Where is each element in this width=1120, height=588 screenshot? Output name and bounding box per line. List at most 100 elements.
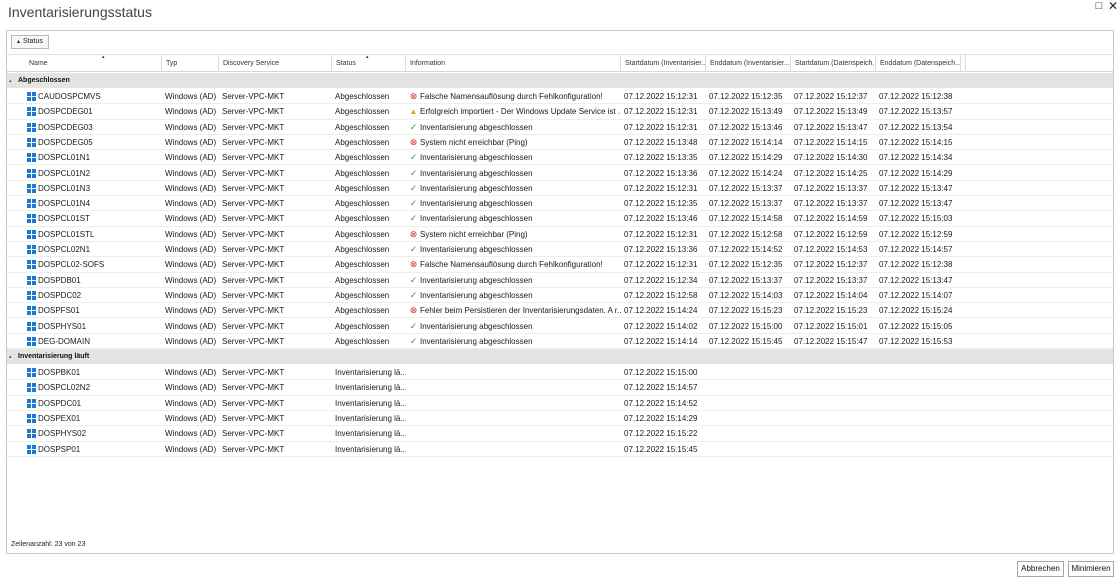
table-row[interactable]: DOSPEX01 Windows (AD) Server-VPC-MKT Invent… xyxy=(7,411,1113,427)
cell-text-end_save: 07.12.2022 15:15:03 xyxy=(879,214,953,224)
group-header[interactable]: ▴ Inventarisierung läuft xyxy=(7,349,1113,365)
column-header-status[interactable]: Status xyxy=(332,55,406,72)
cell-text-start_save: 07.12.2022 15:13:37 xyxy=(794,275,868,285)
cell-typ: Windows (AD) xyxy=(162,334,219,349)
table-row[interactable]: DOSPBK01 Windows (AD) Server-VPC-MKT Invent… xyxy=(7,365,1113,381)
cell-text-start_save: 07.12.2022 15:14:04 xyxy=(794,290,868,300)
cell-text-name: DOSPCL01N4 xyxy=(38,199,91,209)
table-row[interactable]: DOSPDC02 Windows (AD) Server-VPC-MKT Abgesc… xyxy=(7,288,1113,304)
cell-text-status: Abgeschlossen xyxy=(335,306,390,316)
cell-text-start_inv: 07.12.2022 15:15:22 xyxy=(624,429,698,439)
table-row[interactable]: DOSPSP01 Windows (AD) Server-VPC-MKT Invent… xyxy=(7,442,1113,457)
table-row[interactable]: DOSPDB01 Windows (AD) Server-VPC-MKT Abgesc… xyxy=(7,273,1113,288)
cell-end_inv: 07.12.2022 15:14:24 xyxy=(706,166,791,181)
cell-end_save: 07.12.2022 15:14:57 xyxy=(876,242,961,257)
cell-start_save xyxy=(791,365,876,380)
cell-text-service: Server-VPC-MKT xyxy=(222,168,285,178)
cell-text-start_save: 07.12.2022 15:14:25 xyxy=(794,168,868,178)
cell-end_save: 07.12.2022 15:12:59 xyxy=(876,227,961,242)
cell-text-end_inv: 07.12.2022 15:13:37 xyxy=(709,183,783,193)
cell-typ: Windows (AD) xyxy=(162,211,219,226)
group-header[interactable]: ▴ Abgeschlossen xyxy=(7,73,1113,88)
cell-text-start_save: 07.12.2022 15:14:59 xyxy=(794,214,868,224)
table-row[interactable]: DOSPCL01N3 Windows (AD) Server-VPC-MKT Abge… xyxy=(7,181,1113,197)
close-icon[interactable]: ✕ xyxy=(1107,0,1119,12)
cell-text-start_inv: 07.12.2022 15:12:31 xyxy=(624,229,698,239)
cell-text-name: DOSPBK01 xyxy=(38,368,81,378)
checkmark-icon: ✓ xyxy=(409,167,418,178)
table-row[interactable]: CAUDOSPCMVS Windows (AD) Server-VPC-MKT Abg… xyxy=(7,89,1113,105)
column-header-end_inv[interactable]: Enddatum (Inventarisier... xyxy=(706,55,791,72)
cell-text-name: DOSPCDEG05 xyxy=(38,137,93,147)
cell-end_save: 07.12.2022 15:13:54 xyxy=(876,120,961,135)
cell-service: Server-VPC-MKT xyxy=(219,257,332,272)
column-header-service[interactable]: Discovery Service xyxy=(219,55,332,72)
table-row[interactable]: DOSPDC01 Windows (AD) Server-VPC-MKT Invent… xyxy=(7,396,1113,411)
cell-status: Abgeschlossen xyxy=(332,288,406,303)
cell-name: DOSPCL01N4 xyxy=(35,196,162,211)
cell-text-name: DOSPCL02N2 xyxy=(38,383,91,393)
table-row[interactable]: DOSPCDEG01 Windows (AD) Server-VPC-MKT Abge… xyxy=(7,104,1113,120)
table-row[interactable]: DOSPCL02N1 Windows (AD) Server-VPC-MKT Abge… xyxy=(7,242,1113,258)
column-header-info[interactable]: Information xyxy=(406,55,621,72)
cell-start_save: 07.12.2022 15:13:49 xyxy=(791,104,876,119)
cell-text-typ: Windows (AD) xyxy=(165,245,217,254)
minimize-button[interactable]: Minimieren xyxy=(1068,561,1114,577)
cell-text-start_save: 07.12.2022 15:14:15 xyxy=(794,137,868,147)
cell-text-status: Abgeschlossen xyxy=(335,275,390,285)
cell-start_inv: 07.12.2022 15:12:31 xyxy=(621,120,706,135)
cell-typ: Windows (AD) xyxy=(162,89,219,104)
column-header-start_save[interactable]: Startdatum (Datenspeich... xyxy=(791,55,876,72)
table-row[interactable]: DOSPHYS01 Windows (AD) Server-VPC-MKT Abges… xyxy=(7,319,1113,334)
cell-end_save: 07.12.2022 15:14:07 xyxy=(876,288,961,303)
table-row[interactable]: DOSPCL01ST Windows (AD) Server-VPC-MKT Abge… xyxy=(7,211,1113,227)
cell-info: ✓ Inventarisierung abgeschlossen xyxy=(406,242,621,257)
table-row[interactable]: DOSPCDEG05 Windows (AD) Server-VPC-MKT Abge… xyxy=(7,135,1113,151)
column-header-start_inv[interactable]: Startdatum (Inventarisier... xyxy=(621,55,706,72)
cell-start_save xyxy=(791,380,876,395)
cell-end_save: 07.12.2022 15:15:03 xyxy=(876,211,961,226)
cell-text-end_inv: 07.12.2022 15:14:14 xyxy=(709,137,783,147)
cell-status: Inventarisierung lä... xyxy=(332,365,406,380)
cell-text-start_inv: 07.12.2022 15:12:31 xyxy=(624,183,698,193)
table-row[interactable]: DOSPCL02-SOFS Windows (AD) Server-VPC-MKT A… xyxy=(7,257,1113,273)
table-row[interactable]: DOSPCL01N2 Windows (AD) Server-VPC-MKT Abge… xyxy=(7,166,1113,181)
cell-text-service: Server-VPC-MKT xyxy=(222,444,285,454)
cell-text-name: DOSPDC01 xyxy=(38,398,82,408)
table-row[interactable]: DEG-DOMAIN Windows (AD) Server-VPC-MKT Abge… xyxy=(7,334,1113,350)
table-row[interactable]: DOSPCL02N2 Windows (AD) Server-VPC-MKT Inve… xyxy=(7,380,1113,396)
cancel-button[interactable]: Abbrechen xyxy=(1017,561,1064,577)
cell-end_inv: 07.12.2022 15:15:45 xyxy=(706,334,791,349)
cell-text-end_inv: 07.12.2022 15:13:37 xyxy=(709,199,783,209)
table-row[interactable]: DOSPCL01STL Windows (AD) Server-VPC-MKT Abg… xyxy=(7,227,1113,242)
maximize-icon[interactable]: □ xyxy=(1093,1,1105,12)
table-row[interactable]: DOSPCDEG03 Windows (AD) Server-VPC-MKT Abge… xyxy=(7,120,1113,135)
cell-text-start_save: 07.12.2022 15:13:37 xyxy=(794,199,868,209)
cell-status: Inventarisierung lä... xyxy=(332,442,406,457)
cell-end_save: 07.12.2022 15:13:47 xyxy=(876,273,961,288)
table-row[interactable]: DOSPCL01N4 Windows (AD) Server-VPC-MKT Abge… xyxy=(7,196,1113,212)
checkmark-icon: ✓ xyxy=(409,121,418,132)
collapse-group-icon[interactable]: ▴ xyxy=(7,350,18,365)
cell-end_inv: 07.12.2022 15:12:35 xyxy=(706,257,791,272)
cell-service: Server-VPC-MKT xyxy=(219,242,332,257)
cell-end_save: 07.12.2022 15:14:29 xyxy=(876,166,961,181)
column-header-name[interactable]: Name xyxy=(25,55,162,72)
group-chip-status[interactable]: ▴ Status xyxy=(11,35,49,49)
table-row[interactable]: DOSPHYS02 Windows (AD) Server-VPC-MKT Inven… xyxy=(7,426,1113,442)
cell-status: Abgeschlossen xyxy=(332,257,406,272)
cell-text-info: Inventarisierung abgeschlossen xyxy=(420,168,533,178)
column-header-typ[interactable]: Typ xyxy=(162,55,219,72)
table-row[interactable]: DOSPCL01N1 Windows (AD) Server-VPC-MKT Abge… xyxy=(7,150,1113,166)
cell-text-name: DOSPCL01N3 xyxy=(38,183,91,193)
cell-start_save: 07.12.2022 15:13:47 xyxy=(791,120,876,135)
cell-start_save: 07.12.2022 15:15:47 xyxy=(791,334,876,349)
collapse-group-icon[interactable]: ▴ xyxy=(7,74,18,89)
cell-text-status: Inventarisierung lä... xyxy=(335,383,406,393)
cell-text-service: Server-VPC-MKT xyxy=(222,229,285,239)
table-row[interactable]: DOSPFS01 Windows (AD) Server-VPC-MKT Abgesc… xyxy=(7,303,1113,319)
inventory-grid: ▴ Status Name Typ Discovery Service Status In… xyxy=(6,30,1114,554)
group-label: Inventarisierung läuft xyxy=(18,353,90,361)
column-header-end_save[interactable]: Enddatum (Datenspeich... xyxy=(876,55,961,72)
cell-end_save xyxy=(876,411,961,426)
